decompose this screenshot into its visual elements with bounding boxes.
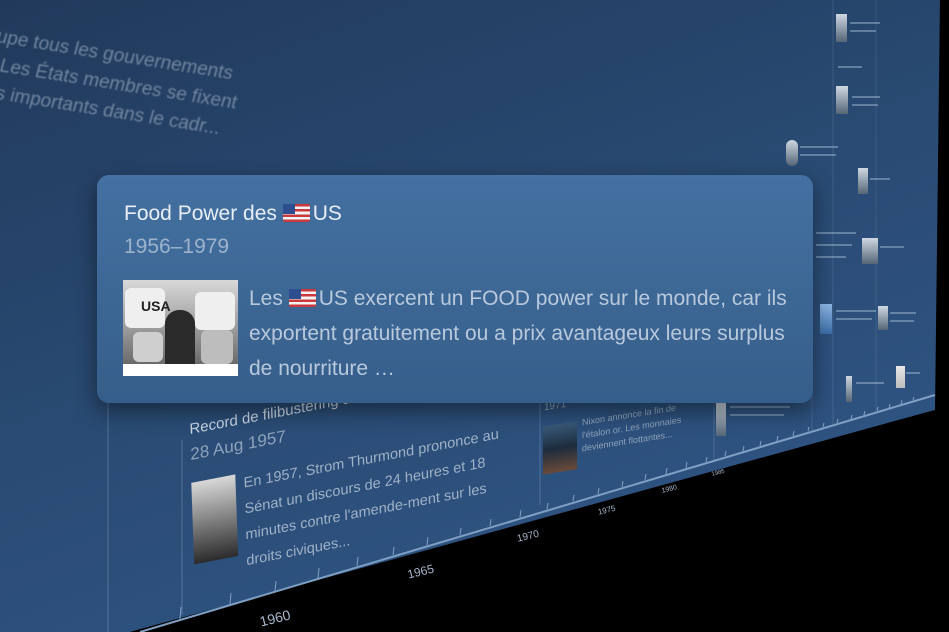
- event-description: Nixon annonce la fin de l'étalon or. Les…: [582, 402, 682, 454]
- event-thumbnail: [191, 474, 239, 565]
- event-date-range: 1956–1979: [124, 235, 230, 258]
- desc-prefix: Les: [249, 287, 289, 310]
- sack-label: USA: [141, 298, 171, 314]
- mini-event-thumb[interactable]: [846, 376, 852, 402]
- us-flag-icon: [282, 204, 310, 222]
- mini-event-thumb[interactable]: [896, 366, 905, 388]
- mini-event-thumb[interactable]: [862, 238, 878, 264]
- event-thumbnail: [543, 421, 577, 475]
- mini-event-thumb[interactable]: [836, 86, 848, 114]
- focused-event-card[interactable]: Food Power des US 1956–1979 USA Les US e…: [97, 175, 813, 403]
- desc-text: US exercent un FOOD power sur le monde, …: [249, 287, 787, 380]
- event-title: Food Power des US: [124, 202, 342, 226]
- person-figure: [165, 310, 195, 370]
- event-thumbnail[interactable]: USA: [123, 280, 238, 376]
- mini-event-thumb[interactable]: [878, 306, 888, 330]
- us-flag-icon: [288, 289, 316, 307]
- photo-caption-strip: [123, 364, 238, 376]
- event-description: Les US exercent un FOOD power sur le mon…: [249, 281, 789, 386]
- mini-event-thumb[interactable]: [786, 140, 798, 166]
- mini-event-thumb[interactable]: [836, 14, 847, 42]
- title-prefix: Food Power des: [124, 202, 283, 225]
- mini-event-thumb[interactable]: [858, 168, 868, 194]
- timeline-viewport[interactable]: oupe tous les gouvernements e. Les États…: [0, 0, 949, 632]
- title-suffix: US: [312, 202, 342, 225]
- mini-event-thumb[interactable]: [716, 402, 726, 436]
- mini-event-thumb[interactable]: [820, 304, 832, 334]
